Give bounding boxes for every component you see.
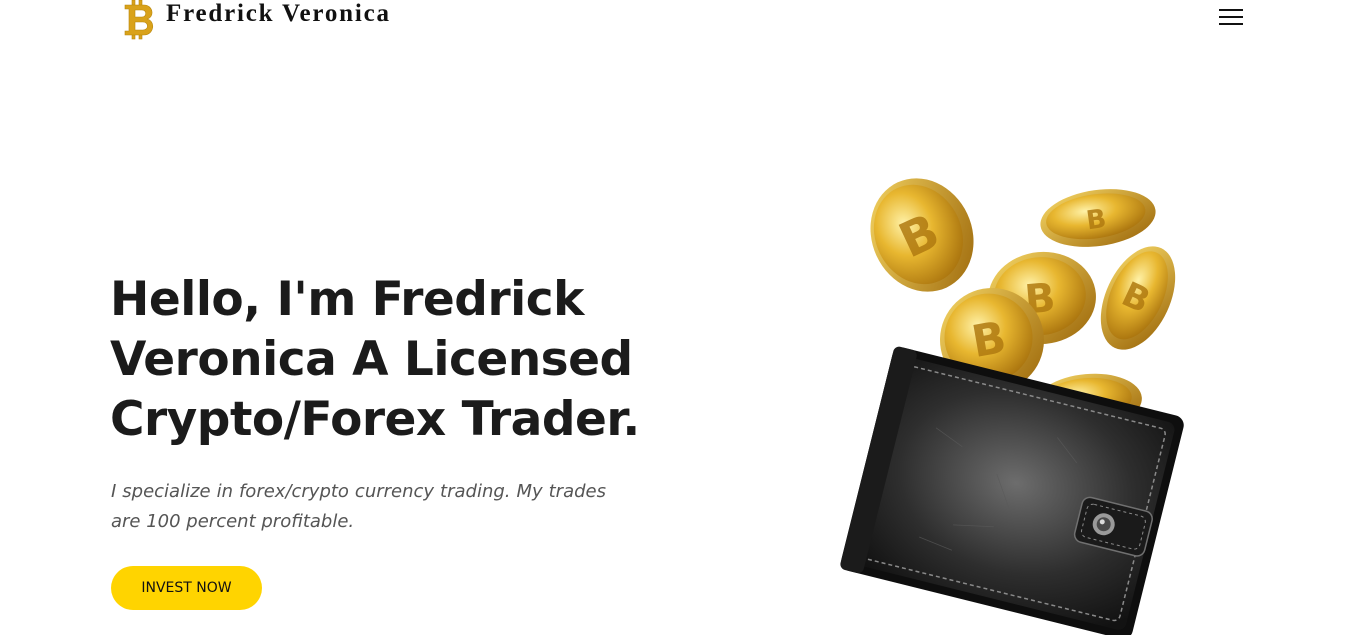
brand-link[interactable]: Fredrick Veronica (120, 0, 391, 40)
bitcoin-coin-icon: B (1100, 246, 1176, 350)
brand-name: Fredrick Veronica (166, 0, 391, 27)
hero-description: I specialize in forex/crypto currency tr… (111, 481, 606, 532)
invest-now-button[interactable]: INVEST NOW (111, 566, 262, 610)
svg-text:B: B (1084, 204, 1108, 236)
hero-title-line: Crypto/Forex Trader. (110, 392, 640, 447)
bitcoin-logo-icon (124, 0, 153, 40)
hero-title-line: Veronica A Licensed (110, 332, 633, 387)
bitcoin-coin-icon: B (1040, 189, 1156, 247)
hamburger-menu-icon[interactable] (1216, 6, 1246, 28)
hero-title-line: Hello, I'm Fredrick (110, 272, 584, 327)
wallet-with-bitcoin-coins-illustration: B B B B B (840, 178, 1184, 635)
site-header: Fredrick Veronica (0, 0, 1348, 40)
hero-title: Hello, I'm Fredrick Veronica A Licensed … (110, 270, 710, 450)
bitcoin-coin-icon: B (870, 178, 974, 292)
